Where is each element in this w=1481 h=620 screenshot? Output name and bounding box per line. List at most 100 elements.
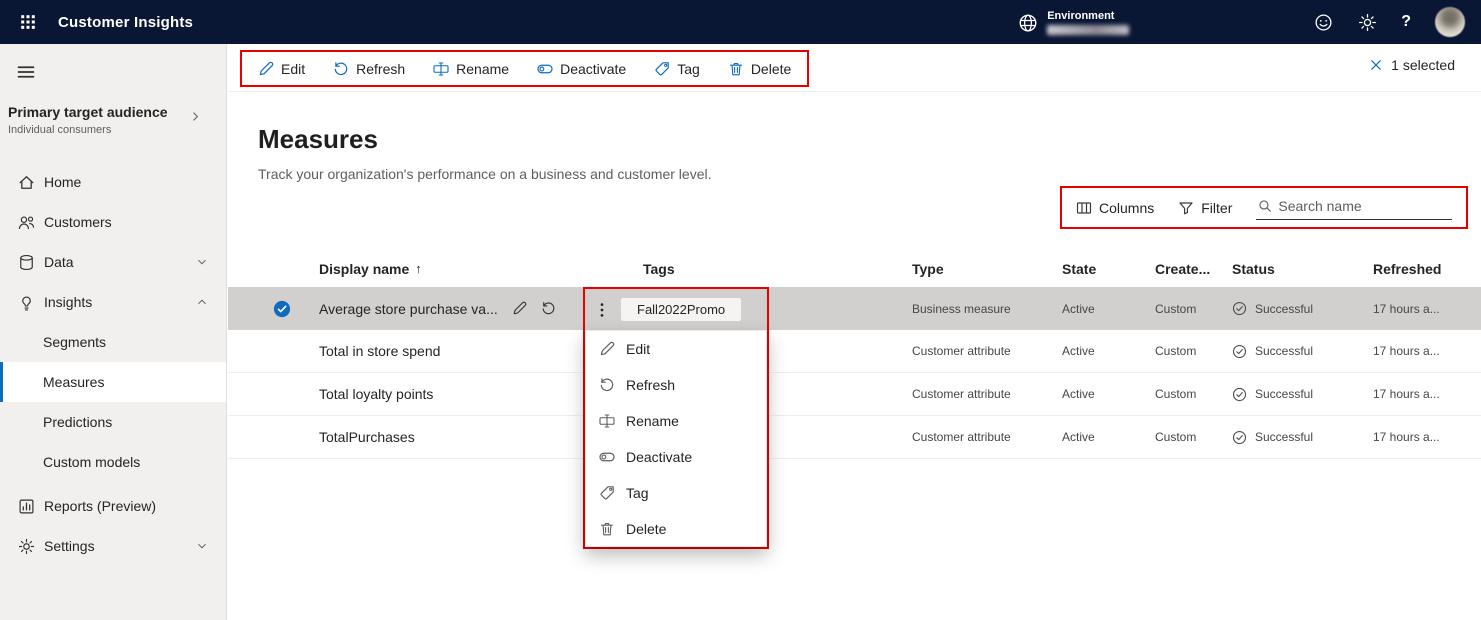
- gear-icon: [1358, 13, 1377, 32]
- top-app-bar: Customer Insights Environment ?: [0, 0, 1481, 44]
- gear-icon: [18, 538, 35, 555]
- sidebar-item-predictions[interactable]: Predictions: [0, 402, 226, 442]
- app-launcher-button[interactable]: [10, 4, 46, 40]
- help-button[interactable]: ?: [1401, 13, 1411, 31]
- tag-label: Tag: [677, 60, 700, 77]
- measure-type: Business measure: [912, 301, 1011, 316]
- delete-label: Delete: [750, 60, 792, 77]
- table-row[interactable]: TotalPurchases Customer attribute Active…: [228, 416, 1481, 459]
- tag-button[interactable]: Tag: [654, 61, 700, 77]
- inline-edit-icon[interactable]: [512, 301, 527, 316]
- edit-button[interactable]: Edit: [258, 61, 305, 77]
- environment-label: Environment: [1047, 9, 1115, 22]
- chevron-up-icon: [196, 296, 208, 308]
- page-subtitle: Track your organization's performance on…: [258, 166, 712, 182]
- sidebar: Primary target audience Individual consu…: [0, 44, 227, 620]
- database-icon: [18, 254, 35, 271]
- measure-name[interactable]: TotalPurchases: [319, 429, 415, 445]
- search-input[interactable]: [1278, 198, 1450, 214]
- home-icon: [18, 174, 35, 191]
- header-refreshed[interactable]: Refreshed: [1373, 261, 1481, 277]
- menu-item-rename[interactable]: Rename: [586, 403, 766, 439]
- inline-refresh-icon[interactable]: [541, 301, 556, 316]
- menu-item-delete[interactable]: Delete: [586, 511, 766, 547]
- measure-created: Custom: [1155, 301, 1197, 316]
- filter-button[interactable]: Filter: [1178, 200, 1232, 216]
- measure-refreshed: 17 hours a...: [1373, 430, 1440, 444]
- measure-name[interactable]: Total in store spend: [319, 343, 440, 359]
- header-state[interactable]: State: [1062, 261, 1155, 277]
- environment-icon: [1018, 13, 1038, 33]
- sidebar-item-insights[interactable]: Insights: [0, 282, 226, 322]
- menu-item-deactivate[interactable]: Deactivate: [586, 439, 766, 475]
- deactivate-button[interactable]: Deactivate: [537, 61, 626, 77]
- smiley-icon: [1314, 13, 1333, 32]
- header-tags[interactable]: Tags: [643, 261, 912, 277]
- refresh-button[interactable]: Refresh: [333, 61, 405, 77]
- sidebar-item-home[interactable]: Home: [0, 162, 226, 202]
- header-created[interactable]: Create...: [1155, 261, 1232, 277]
- header-status[interactable]: Status: [1232, 261, 1373, 277]
- sidebar-item-label: Predictions: [43, 414, 113, 430]
- status-label: Successful: [1255, 344, 1314, 358]
- sidebar-item-data[interactable]: Data: [0, 242, 226, 282]
- sidebar-item-label: Settings: [44, 538, 95, 554]
- columns-icon: [1076, 200, 1092, 216]
- sidebar-item-custom-models[interactable]: Custom models: [0, 442, 226, 482]
- more-options-icon[interactable]: [593, 301, 611, 319]
- tag-icon: [599, 485, 615, 501]
- menu-item-refresh[interactable]: Refresh: [586, 367, 766, 403]
- row-selected-check-icon[interactable]: [273, 300, 291, 318]
- tag-icon: [654, 61, 670, 77]
- table-row[interactable]: Total in store spend Customer attribute …: [228, 330, 1481, 373]
- hamburger-icon: [16, 62, 36, 82]
- sidebar-item-label: Reports (Preview): [44, 498, 157, 514]
- table-row[interactable]: Total loyalty points Customer attribute …: [228, 373, 1481, 416]
- header-type[interactable]: Type: [912, 261, 1062, 277]
- measure-created: Custom: [1155, 344, 1197, 358]
- rename-button[interactable]: Rename: [433, 61, 509, 77]
- columns-button[interactable]: Columns: [1076, 200, 1154, 216]
- header-label: Display name: [319, 260, 410, 277]
- pencil-icon: [258, 61, 274, 77]
- sidebar-item-reports[interactable]: Reports (Preview): [0, 486, 226, 526]
- sidebar-item-settings[interactable]: Settings: [0, 526, 226, 566]
- context-menu: Edit Refresh Rename Deactivate Tag Delet…: [585, 330, 767, 547]
- tag-chip[interactable]: Fall2022Promo: [621, 298, 742, 321]
- clear-selection-button[interactable]: 1 selected: [1369, 57, 1455, 73]
- collapse-nav-button[interactable]: [16, 60, 40, 84]
- measure-type: Customer attribute: [912, 430, 1011, 444]
- menu-item-tag[interactable]: Tag: [586, 475, 766, 511]
- avatar[interactable]: [1435, 7, 1465, 37]
- header-display-name[interactable]: Display name ↑: [319, 261, 643, 277]
- pencil-icon: [599, 341, 615, 357]
- status-label: Successful: [1255, 430, 1314, 444]
- feedback-button[interactable]: [1313, 12, 1333, 32]
- measure-name[interactable]: Total loyalty points: [319, 386, 433, 402]
- environment-picker[interactable]: Environment: [1018, 9, 1130, 35]
- measure-state: Active: [1062, 301, 1095, 316]
- menu-item-edit[interactable]: Edit: [586, 331, 766, 367]
- sidebar-item-customers[interactable]: Customers: [0, 202, 226, 242]
- menu-item-label: Tag: [626, 485, 649, 501]
- audience-switcher[interactable]: Primary target audience Individual consu…: [0, 104, 226, 136]
- refresh-icon: [599, 377, 615, 393]
- sidebar-nav: Home Customers Data Insights Segments Me…: [0, 162, 226, 566]
- settings-button[interactable]: [1357, 12, 1377, 32]
- table-row-selected[interactable]: Average store purchase va... Business me…: [228, 287, 1481, 330]
- menu-item-label: Edit: [626, 341, 651, 357]
- trash-icon: [728, 61, 744, 77]
- measure-refreshed: 17 hours a...: [1373, 301, 1440, 316]
- rename-icon: [599, 413, 615, 429]
- sidebar-item-segments[interactable]: Segments: [0, 322, 226, 362]
- status-label: Successful: [1255, 387, 1314, 401]
- sidebar-item-label: Home: [44, 174, 82, 190]
- measure-name[interactable]: Average store purchase va...: [319, 301, 498, 317]
- delete-button[interactable]: Delete: [728, 61, 791, 77]
- command-bar-highlighted: Edit Refresh Rename Deactivate Tag Delet…: [240, 50, 810, 87]
- rename-label: Rename: [456, 60, 510, 77]
- sidebar-item-measures[interactable]: Measures: [0, 362, 226, 402]
- sidebar-item-label: Segments: [43, 334, 107, 350]
- search-icon: [1258, 199, 1272, 213]
- refresh-icon: [333, 61, 349, 77]
